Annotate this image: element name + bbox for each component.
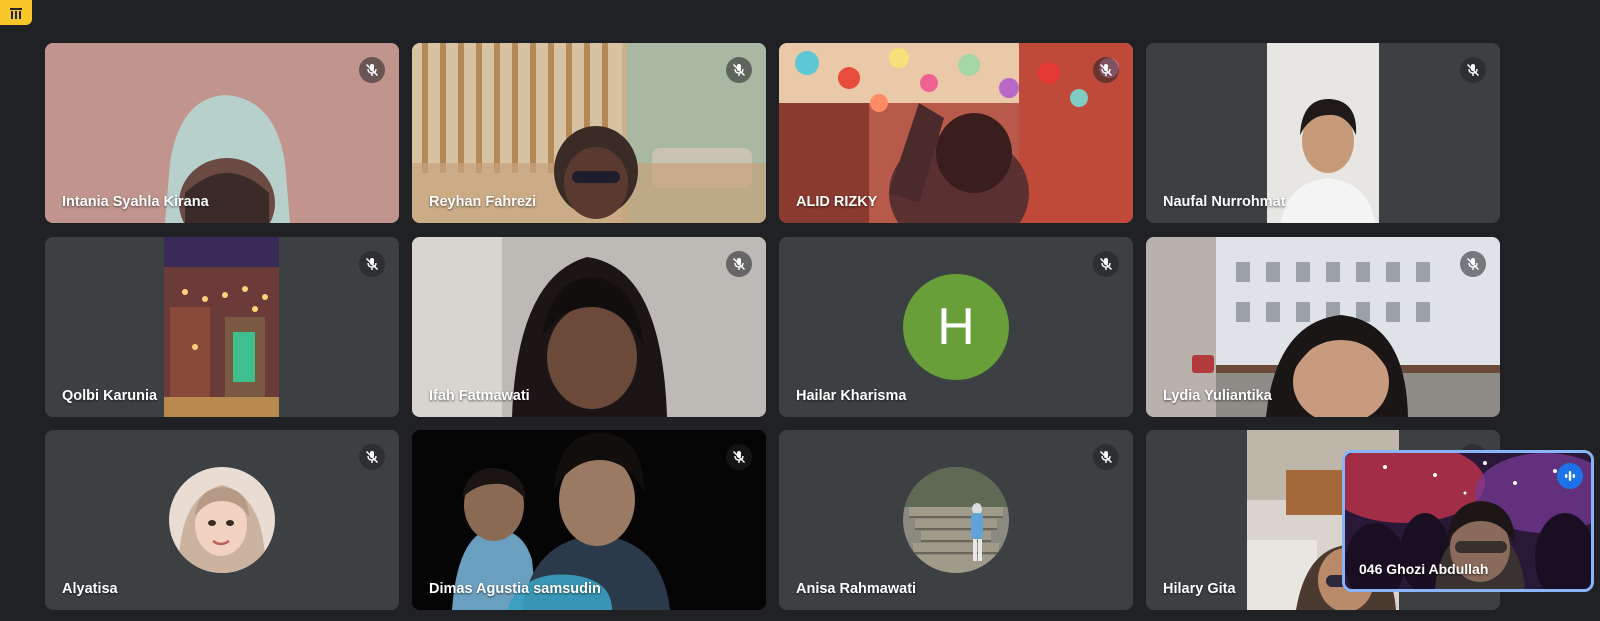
mic-off-icon xyxy=(726,251,752,277)
mic-off-icon xyxy=(1093,444,1119,470)
mic-off-icon xyxy=(1460,57,1486,83)
mic-off-icon xyxy=(359,444,385,470)
self-view-name: 046 Ghozi Abdullah xyxy=(1359,561,1489,577)
participant-tile[interactable]: H Hailar Kharisma xyxy=(779,237,1133,417)
participant-name: Ifah Fatmawati xyxy=(429,388,530,404)
participant-tile[interactable]: Anisa Rahmawati xyxy=(779,430,1133,610)
participant-avatar: H xyxy=(903,274,1009,380)
participant-tile[interactable]: ALID RIZKY xyxy=(779,43,1133,223)
participant-tile[interactable]: Qolbi Karunia xyxy=(45,237,399,417)
participant-name: Intania Syahla Kirana xyxy=(62,194,209,210)
participant-tile[interactable]: Naufal Nurrohmat xyxy=(1146,43,1500,223)
participant-name: Naufal Nurrohmat xyxy=(1163,194,1286,210)
mic-off-icon xyxy=(359,57,385,83)
mic-off-icon xyxy=(726,57,752,83)
participant-tile[interactable]: Alyatisa xyxy=(45,430,399,610)
participant-name: Alyatisa xyxy=(62,581,118,597)
participant-name: Anisa Rahmawati xyxy=(796,581,917,597)
mic-off-icon xyxy=(1093,251,1119,277)
participant-avatar xyxy=(169,467,275,573)
participant-name: Lydia Yuliantika xyxy=(1163,388,1272,404)
participant-name: ALID RIZKY xyxy=(796,194,878,210)
mic-off-icon xyxy=(1460,251,1486,277)
mic-off-icon xyxy=(1093,57,1119,83)
participant-name: Hilary Gita xyxy=(1163,581,1236,597)
participant-tile[interactable]: Intania Syahla Kirana xyxy=(45,43,399,223)
self-view-tile[interactable]: 046 Ghozi Abdullah xyxy=(1342,450,1594,592)
participant-tile[interactable]: Ifah Fatmawati xyxy=(412,237,766,417)
mic-off-icon xyxy=(726,444,752,470)
audio-level-icon xyxy=(1557,463,1583,489)
participant-name: Hailar Kharisma xyxy=(796,388,907,404)
participant-name: Qolbi Karunia xyxy=(62,388,158,404)
bookmark-grid-icon xyxy=(10,7,22,19)
participant-tile[interactable]: Reyhan Fahrezi xyxy=(412,43,766,223)
participant-name: Reyhan Fahrezi xyxy=(429,194,537,210)
mic-off-icon xyxy=(359,251,385,277)
participant-avatar xyxy=(903,467,1009,573)
participant-name: Dimas Agustia samsudin xyxy=(429,581,601,597)
participant-tile[interactable]: Dimas Agustia samsudin xyxy=(412,430,766,610)
corner-badge[interactable] xyxy=(0,0,32,25)
participant-tile[interactable]: Lydia Yuliantika xyxy=(1146,237,1500,417)
